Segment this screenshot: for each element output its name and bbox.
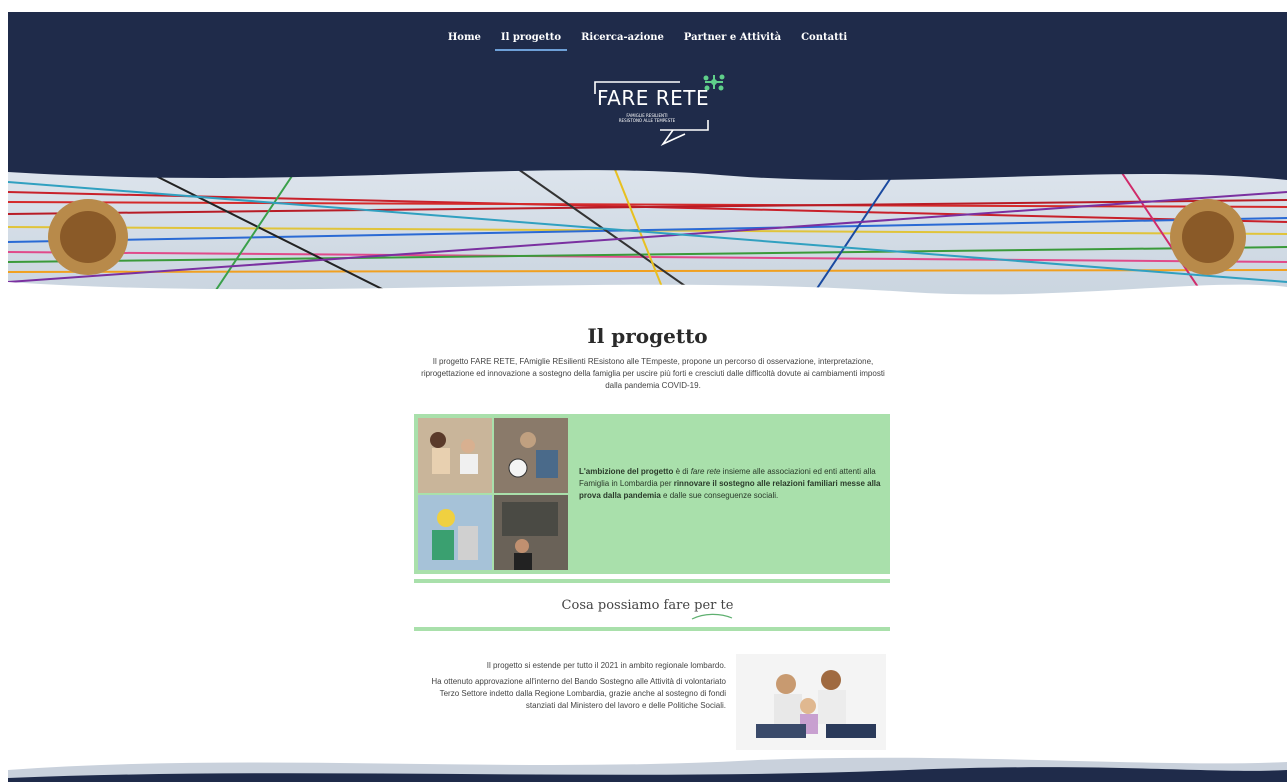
logo-title: FARE RETE (597, 86, 710, 110)
ambition-text-6: e dalle sue conseguenze sociali. (660, 491, 779, 500)
site-logo[interactable]: FARE RETE FAMIGLIE RESILIENTI RESISTONO … (585, 72, 735, 150)
project-info: Il progetto si estende per tutto il 2021… (414, 660, 726, 716)
intro-paragraph: Il progetto FARE RETE, FAmiglie REsilien… (421, 357, 885, 390)
ambition-text: L'ambizione del progetto è di fare rete … (579, 466, 884, 502)
section-divider-top (414, 579, 890, 583)
ambition-text-2: è di (673, 467, 691, 476)
page-title: Il progetto (587, 324, 708, 348)
page: Home Il progetto Ricerca-azione Partner … (8, 12, 1287, 782)
section-title: Cosa possiamo fare per te (561, 598, 734, 613)
ambition-italic: fare rete (690, 467, 721, 476)
logo-subtitle-line-2: RESISTONO ALLE TEMPESTE (618, 118, 676, 123)
main-nav: Home Il progetto Ricerca-azione Partner … (8, 30, 1287, 51)
nav-contatti[interactable]: Contatti (791, 30, 857, 51)
logo-subtitle: FAMIGLIE RESILIENTI RESISTONO ALLE TEMPE… (617, 113, 677, 123)
ambition-box: L'ambizione del progetto è di fare rete … (414, 414, 890, 574)
ambition-highlight-1: L'ambizione del progetto (579, 467, 674, 476)
nav-ricerca-azione[interactable]: Ricerca-azione (571, 30, 674, 51)
family-photo-collage (418, 418, 568, 570)
family-photo (736, 654, 886, 750)
footer-wave (8, 757, 1287, 782)
nav-il-progetto[interactable]: Il progetto (491, 30, 571, 51)
project-info-p2: Ha ottenuto approvazione all'interno del… (431, 677, 726, 710)
title-underline-swash-icon (691, 613, 733, 620)
nav-home[interactable]: Home (438, 30, 491, 51)
section-divider-bottom (414, 627, 890, 631)
project-info-p1: Il progetto si estende per tutto il 2021… (486, 661, 726, 670)
logo-speech-bubble-icon (594, 74, 725, 146)
banner-image (8, 152, 1287, 302)
nav-partner-attivita[interactable]: Partner e Attività (674, 30, 791, 51)
